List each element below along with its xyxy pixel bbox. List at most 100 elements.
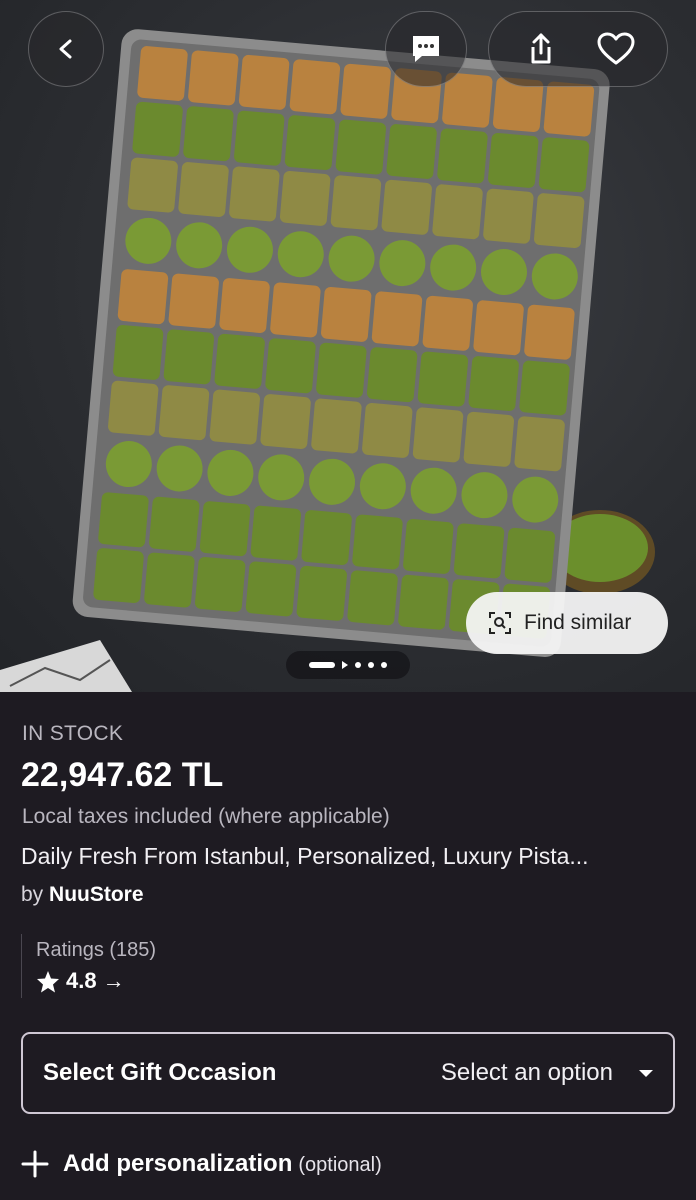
baklava-piece xyxy=(417,351,469,407)
baklava-piece xyxy=(483,188,534,244)
baklava-piece xyxy=(398,574,449,630)
product-image xyxy=(0,29,655,692)
baklava-piece xyxy=(219,278,270,333)
message-button[interactable] xyxy=(385,11,467,87)
baklava-piece xyxy=(229,166,280,222)
baklava-piece xyxy=(117,269,169,325)
baklava-piece xyxy=(289,59,341,115)
caret-down-icon xyxy=(639,1069,653,1077)
baklava-piece xyxy=(108,380,159,436)
page-dot xyxy=(368,662,374,668)
baklava-piece xyxy=(412,407,464,463)
add-personalization-button[interactable]: Add personalization (optional) xyxy=(21,1150,382,1178)
baklava-piece xyxy=(284,115,336,171)
optional-label: (optional) xyxy=(298,1154,382,1176)
baklava-piece xyxy=(335,119,387,175)
share-icon xyxy=(531,33,550,64)
star-icon xyxy=(37,970,59,992)
baklava-piece xyxy=(168,273,219,329)
ratings-value-row: 4.8 → xyxy=(36,968,156,994)
plus-icon xyxy=(21,1150,49,1178)
baklava-piece xyxy=(98,492,149,548)
baklava-piece xyxy=(149,496,200,552)
baklava-piece xyxy=(132,101,183,157)
baklava-piece xyxy=(279,170,331,226)
baklava-piece xyxy=(250,505,302,561)
baklava-piece xyxy=(137,46,188,101)
heart-icon xyxy=(597,32,634,65)
baklava-piece xyxy=(524,304,575,360)
baklava-piece xyxy=(194,557,246,612)
baklava-piece xyxy=(260,394,311,450)
baklava-piece xyxy=(144,552,195,608)
baklava-piece xyxy=(158,385,210,441)
baklava-piece xyxy=(463,411,515,467)
baklava-piece xyxy=(199,501,251,557)
by-prefix: by xyxy=(21,883,44,906)
baklava-piece xyxy=(519,360,570,416)
baklava-piece xyxy=(330,175,382,231)
baklava-piece xyxy=(533,193,585,249)
back-button[interactable] xyxy=(28,11,104,87)
chevron-left-icon xyxy=(59,39,72,59)
visual-search-icon xyxy=(489,612,511,634)
gift-occasion-label: Select Gift Occasion xyxy=(43,1059,277,1086)
baklava-piece xyxy=(340,63,391,119)
baklava-piece xyxy=(270,282,321,338)
page-dot xyxy=(381,662,387,668)
baklava-piece xyxy=(311,398,362,454)
baklava-piece xyxy=(371,291,423,347)
arrow-right-icon: → xyxy=(102,968,125,993)
baklava-piece xyxy=(245,561,297,617)
image-pagination[interactable] xyxy=(286,651,410,679)
baklava-piece xyxy=(127,157,178,213)
baklava-piece xyxy=(321,286,372,342)
price: 22,947.62 TL xyxy=(21,756,224,794)
baklava-piece xyxy=(238,54,290,110)
baklava-piece xyxy=(514,416,565,472)
baklava-piece xyxy=(347,570,398,626)
rating-value: 4.8 xyxy=(66,968,97,993)
find-similar-button[interactable]: Find similar xyxy=(466,592,668,654)
product-title[interactable]: Daily Fresh From Istanbul, Personalized,… xyxy=(21,843,681,870)
message-dots-icon xyxy=(413,36,439,62)
baklava-piece xyxy=(301,510,352,566)
baklava-piece xyxy=(473,300,524,356)
share-button[interactable] xyxy=(511,19,571,79)
baklava-piece xyxy=(403,519,454,574)
add-personalization-label: Add personalization xyxy=(63,1150,293,1177)
baklava-piece xyxy=(296,565,347,621)
baklava-piece xyxy=(183,106,234,162)
shop-name-link[interactable]: NuuStore xyxy=(49,883,144,906)
favorite-button[interactable] xyxy=(586,19,646,79)
baklava-piece xyxy=(209,389,260,445)
baklava-piece xyxy=(543,81,595,137)
baklava-piece xyxy=(93,548,144,604)
ratings-label: Ratings (185) xyxy=(36,939,157,961)
baklava-piece xyxy=(112,324,164,380)
baklava-piece xyxy=(178,162,229,217)
baklava-piece xyxy=(362,402,413,458)
baklava-piece xyxy=(437,128,488,184)
baklava-piece xyxy=(366,347,418,403)
baklava-piece xyxy=(422,295,473,351)
baklava-piece xyxy=(188,50,239,106)
baklava-piece xyxy=(163,329,215,385)
product-image-gallery[interactable]: Find similar xyxy=(0,0,696,692)
baklava-piece xyxy=(432,184,483,240)
play-icon xyxy=(342,661,348,669)
baklava-piece xyxy=(381,179,432,235)
stock-status: IN STOCK xyxy=(22,722,124,745)
baklava-piece xyxy=(214,333,265,389)
gift-occasion-select[interactable]: Select Gift Occasion Select an option xyxy=(21,1032,675,1114)
baklava-piece xyxy=(488,132,539,188)
page-dot-active xyxy=(309,662,335,668)
baklava-piece xyxy=(352,514,403,570)
page-dot xyxy=(355,662,361,668)
baklava-piece xyxy=(265,338,316,394)
baklava-piece xyxy=(468,356,519,411)
ratings-summary[interactable]: Ratings (185) 4.8 → xyxy=(21,934,156,998)
shop-byline: by NuuStore xyxy=(21,883,144,907)
tax-note: Local taxes included (where applicable) xyxy=(22,805,390,828)
baklava-piece xyxy=(504,527,556,583)
